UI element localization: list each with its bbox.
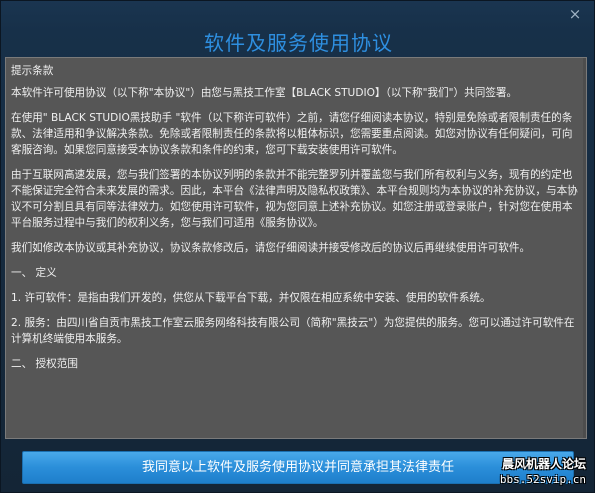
paragraph-definition-software: 1. 许可软件：是指由我们开发的，供您从下载平台下载，并仅限在相应系统中安装、使… [11,292,491,304]
agreement-text: 提示条款 本软件许可使用协议（以下称"本协议"）由您与黑技工作室【BLACK S… [6,58,586,372]
close-icon[interactable]: × [566,5,584,23]
section-heading-definitions: 一、 定义 [11,267,57,279]
dialog-title: 软件及服务使用协议 [204,31,393,55]
agreement-text-area[interactable]: 提示条款 本软件许可使用协议（以下称"本协议"）由您与黑技工作室【BLACK S… [5,57,587,439]
paragraph-notice: 提示条款 [11,65,54,77]
watermark-title: 晨风机器人论坛 [501,457,586,471]
paragraph-read-before-use: 在使用" BLACK STUDIO黑技助手 "软件（以下称许可软件）之前，请您仔… [11,112,573,156]
agreement-dialog: × 软件及服务使用协议 提示条款 本软件许可使用协议（以下称"本协议"）由您与黑… [0,0,595,493]
forum-watermark: 晨风机器人论坛 bbs.52svip.cn [500,457,586,487]
agree-button[interactable]: 我同意以上软件及服务使用协议并同意承担其法律责任 [22,451,574,484]
section-heading-license-scope: 二、 授权范围 [11,358,78,370]
paragraph-definition-service: 2. 服务：由四川省自贡市黑技工作室云服务网络科技有限公司（简称"黑技云"）为您… [11,317,575,345]
scrollbar[interactable] [583,58,586,438]
paragraph-intro: 本软件许可使用协议（以下称"本协议"）由您与黑技工作室【BLACK STUDIO… [11,87,518,99]
paragraph-modification: 我们如修改本协议或其补充协议，协议条款修改后，请您仔细阅读并接受修改后的协议后再… [11,242,531,254]
watermark-url: bbs.52svip.cn [499,473,586,486]
paragraph-supplementary: 由于互联网高速发展，您与我们签署的本协议列明的条款并不能完整罗列并覆盖您与我们所… [11,169,578,229]
